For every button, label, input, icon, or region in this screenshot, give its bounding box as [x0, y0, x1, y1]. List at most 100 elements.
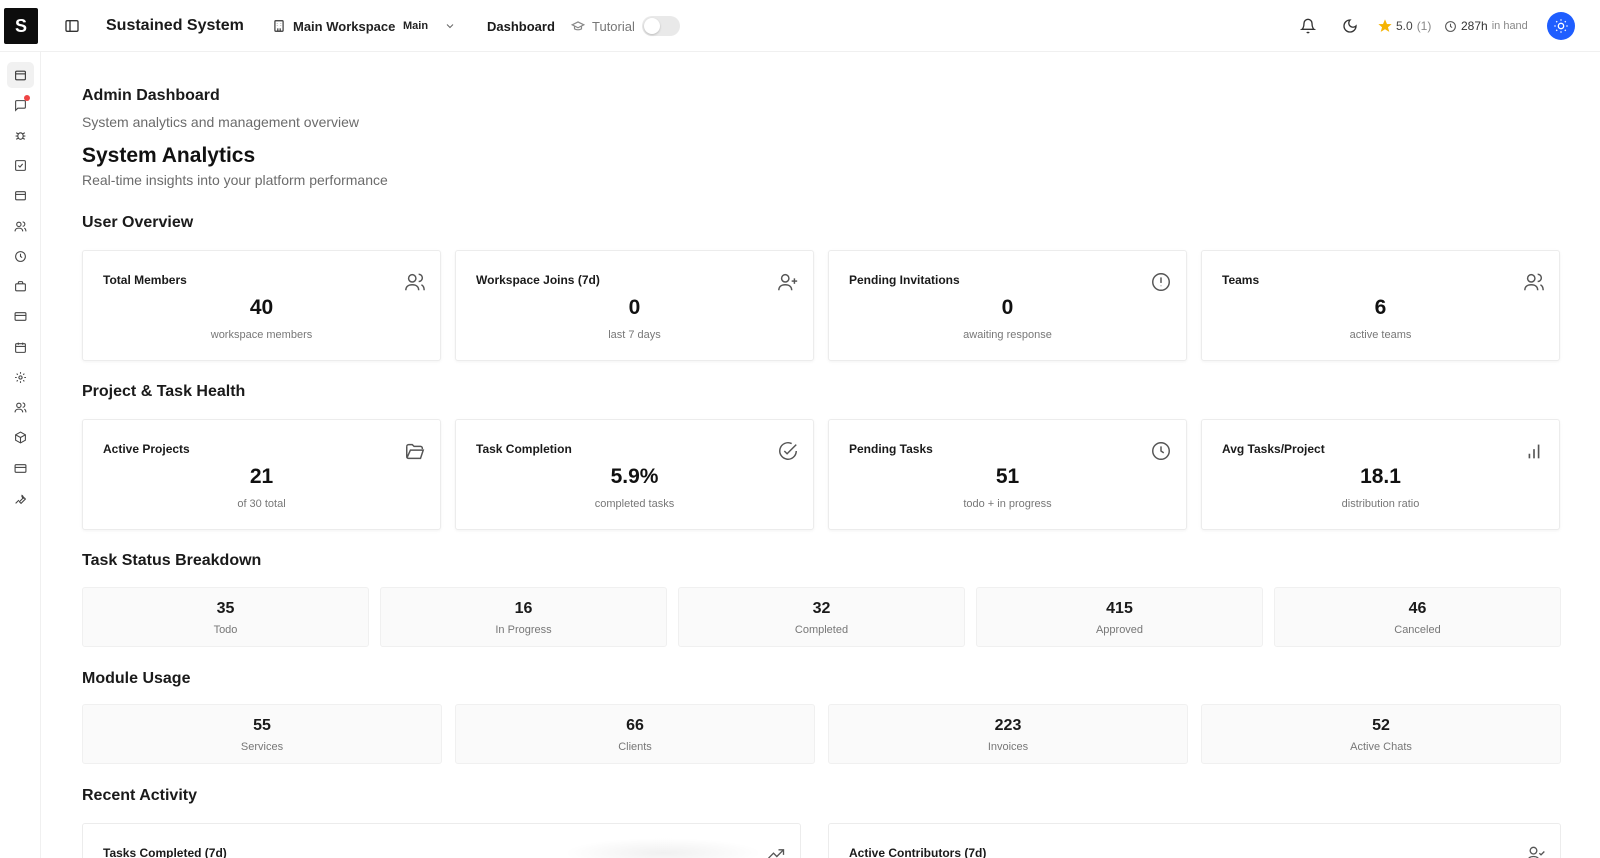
users-icon: [404, 271, 426, 293]
sidebar-item-tools[interactable]: [7, 485, 34, 511]
card-title: Tasks Completed (7d): [103, 846, 227, 858]
module-clients: 66 Clients: [455, 704, 815, 764]
chevron-down-icon: [446, 24, 454, 29]
clock-icon: [15, 250, 26, 262]
sidebar-item-tasks[interactable]: [7, 152, 34, 178]
card-title: Task Completion: [476, 442, 572, 456]
app-title: Sustained System: [106, 17, 244, 34]
theme-toggle-button[interactable]: [1342, 0, 1358, 52]
settings-sun-button[interactable]: [1547, 12, 1575, 40]
user-plus-icon: [777, 271, 799, 293]
tutorial-toggle[interactable]: [642, 16, 680, 36]
rating-display[interactable]: 5.0 (1): [1378, 0, 1431, 52]
card-title: Total Members: [103, 273, 187, 287]
card-title: Pending Invitations: [849, 273, 960, 287]
sidebar-item-bugs[interactable]: [7, 122, 34, 148]
workspace-name: Main Workspace: [293, 18, 396, 34]
hours-value: 287h: [1461, 19, 1488, 33]
sidebar: [0, 52, 41, 858]
card-subtext: awaiting response: [963, 329, 1052, 341]
stat-label: Services: [240, 741, 284, 753]
moon-icon: [1343, 19, 1357, 33]
sidebar-toggle-button[interactable]: [64, 0, 82, 52]
notifications-button[interactable]: [1300, 0, 1316, 52]
card-title: Active Projects: [103, 442, 190, 456]
stat-value: 32: [812, 600, 831, 617]
stat-card-workspace-joins: Workspace Joins (7d) 0 last 7 days: [455, 250, 814, 361]
card-icon: [14, 311, 27, 321]
card-subtext: active teams: [1349, 329, 1412, 341]
stat-value: 46: [1408, 600, 1427, 617]
user-check-icon: [1526, 844, 1546, 858]
stat-value: 16: [514, 600, 533, 617]
task-status-in-progress: 16 In Progress: [380, 587, 667, 647]
workspace-badge: Main: [403, 20, 429, 32]
card-value: 0: [1001, 296, 1014, 319]
section-task-status: Task Status Breakdown: [82, 552, 262, 569]
page-title: Admin Dashboard: [82, 87, 220, 104]
task-status-todo: 35 Todo: [82, 587, 369, 647]
workspace-selector[interactable]: Main Workspace: [272, 0, 395, 52]
sidebar-item-users[interactable]: [7, 213, 34, 239]
workspace-dropdown[interactable]: [444, 0, 456, 52]
card-subtext: workspace members: [210, 329, 313, 341]
settings-icon: [15, 371, 26, 383]
graduation-cap-icon: [571, 21, 585, 31]
sidebar-item-time[interactable]: [7, 243, 34, 269]
wrench-icon: [15, 494, 27, 504]
stat-label: Active Chats: [1350, 741, 1412, 753]
billing-icon: [14, 463, 27, 473]
module-services: 55 Services: [82, 704, 442, 764]
card-title: Avg Tasks/Project: [1222, 442, 1325, 456]
sidebar-item-payments[interactable]: [7, 303, 34, 329]
stat-label: Invoices: [987, 741, 1029, 753]
nav-dashboard-link[interactable]: Dashboard: [487, 0, 555, 52]
analytics-subtitle: Real-time insights into your platform pe…: [82, 172, 388, 188]
card-title: Workspace Joins (7d): [476, 273, 600, 287]
briefcase-icon: [15, 280, 26, 291]
stat-card-total-members: Total Members 40 workspace members: [82, 250, 441, 361]
users-icon: [14, 220, 27, 231]
stat-label: Completed: [794, 624, 849, 636]
dashboard-icon: [15, 70, 26, 80]
team-icon: [14, 401, 27, 412]
card-value: 40: [249, 296, 274, 319]
page-subtitle: System analytics and management overview: [82, 114, 360, 130]
stat-card-avg-tasks: Avg Tasks/Project 18.1 distribution rati…: [1201, 419, 1560, 530]
activity-card-active-contributors: Active Contributors (7d): [828, 823, 1561, 858]
sidebar-item-inbox[interactable]: [7, 182, 34, 208]
sidebar-item-team[interactable]: [7, 394, 34, 420]
stat-value: 55: [253, 717, 271, 734]
app-logo[interactable]: S: [4, 8, 38, 44]
module-active-chats: 52 Active Chats: [1201, 704, 1561, 764]
card-value: 51: [995, 465, 1020, 488]
stat-label: Canceled: [1394, 624, 1441, 636]
sidebar-item-calendar[interactable]: [7, 334, 34, 360]
section-project-health: Project & Task Health: [82, 383, 246, 400]
card-value: 18.1: [1360, 465, 1401, 488]
sidebar-item-packages[interactable]: [7, 424, 34, 450]
top-bar: S Sustained System Main Workspace Main D…: [0, 0, 1600, 52]
folder-open-icon: [404, 440, 426, 462]
panel-left-icon: [65, 20, 79, 32]
card-subtext: todo + in progress: [963, 498, 1052, 510]
rating-count: (1): [1416, 19, 1432, 33]
logo-letter: S: [14, 15, 27, 36]
hours-suffix: in hand: [1491, 20, 1528, 32]
inbox-icon: [15, 190, 26, 200]
hours-display[interactable]: 287h in hand: [1444, 0, 1528, 52]
sidebar-item-dashboard[interactable]: [7, 62, 34, 88]
clock-icon: [1150, 440, 1172, 462]
check-circle-icon: [777, 440, 799, 462]
sidebar-item-settings[interactable]: [7, 364, 34, 390]
sidebar-item-projects[interactable]: [7, 273, 34, 299]
task-status-canceled: 46 Canceled: [1274, 587, 1561, 647]
stat-card-teams: Teams 6 active teams: [1201, 250, 1560, 361]
module-invoices: 223 Invoices: [828, 704, 1188, 764]
sidebar-item-chat[interactable]: [7, 92, 34, 118]
sidebar-item-billing[interactable]: [7, 455, 34, 481]
card-value: 5.9%: [610, 465, 659, 488]
card-title: Teams: [1222, 273, 1260, 287]
tutorial-label: Tutorial: [571, 0, 635, 52]
analytics-title: System Analytics: [82, 144, 256, 167]
